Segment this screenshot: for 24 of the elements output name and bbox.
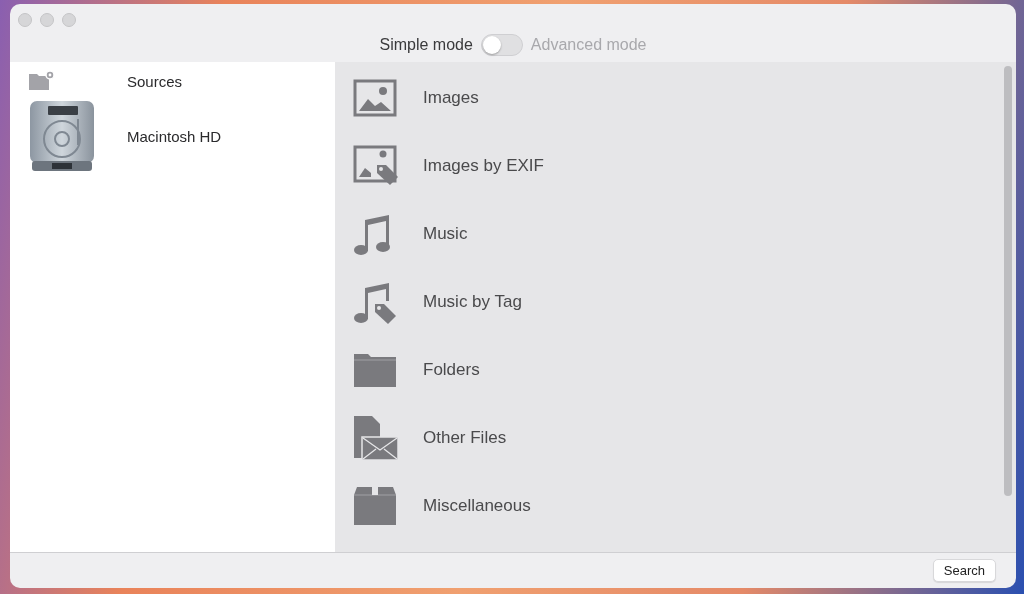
simple-mode-label: Simple mode (379, 36, 473, 54)
minimize-button[interactable] (40, 13, 54, 27)
picture-tag-icon (353, 145, 399, 187)
zoom-button[interactable] (62, 13, 76, 27)
music-tag-icon (353, 280, 399, 324)
folder-icon (353, 352, 397, 388)
hard-drive-icon[interactable] (28, 99, 96, 173)
category-label[interactable]: Other Files (423, 428, 507, 448)
music-note-icon (353, 212, 393, 256)
category-label[interactable]: Music by Tag (423, 292, 522, 312)
box-icon (353, 486, 397, 526)
folder-gear-icon (28, 70, 56, 92)
advanced-mode-label: Advanced mode (530, 36, 647, 54)
category-label[interactable]: Folders (423, 360, 480, 380)
close-button[interactable] (18, 13, 32, 27)
drive-label[interactable]: Macintosh HD (127, 127, 222, 145)
category-label[interactable]: Music (423, 224, 468, 244)
search-button[interactable]: Search (932, 559, 996, 582)
category-label[interactable]: Images (423, 88, 479, 108)
category-label[interactable]: Images by EXIF (423, 156, 544, 176)
category-label[interactable]: Miscellaneous (423, 496, 531, 516)
picture-icon (353, 79, 397, 117)
document-envelope-icon (353, 415, 399, 461)
sources-heading: Sources (127, 72, 183, 90)
